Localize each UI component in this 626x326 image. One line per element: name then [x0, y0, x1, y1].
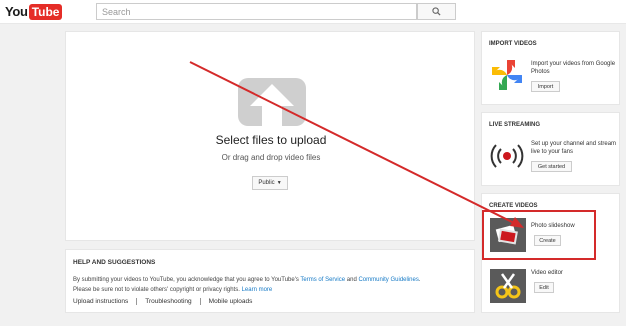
annotation-highlight-box — [482, 210, 596, 260]
help-links: Upload instructions Troubleshooting Mobi… — [73, 298, 467, 305]
help-panel: HELP AND SUGGESTIONS By submitting your … — [65, 249, 475, 313]
help-text-line2: Please be sure not to violate others' co… — [73, 287, 242, 293]
logo-tube-text: Tube — [28, 3, 63, 20]
logo-you-text: You — [5, 4, 28, 19]
google-photos-icon — [492, 60, 522, 90]
privacy-dropdown[interactable]: Public ▼ — [252, 176, 288, 190]
get-started-button[interactable]: Get started — [531, 161, 572, 172]
upload-title[interactable]: Select files to upload — [66, 133, 476, 147]
youtube-logo[interactable]: You Tube — [5, 3, 63, 20]
chevron-down-icon: ▼ — [276, 180, 282, 186]
mobile-uploads-link[interactable]: Mobile uploads — [199, 298, 261, 305]
terms-of-service-link[interactable]: Terms of Service — [300, 277, 345, 283]
live-streaming-card: LIVE STREAMING Set up your channel and s… — [481, 112, 620, 186]
community-guidelines-link[interactable]: Community Guidelines — [358, 277, 418, 283]
video-editor-icon[interactable] — [490, 269, 526, 303]
troubleshooting-link[interactable]: Troubleshooting — [136, 298, 199, 305]
import-button[interactable]: Import — [531, 81, 560, 92]
import-videos-title: IMPORT VIDEOS — [489, 41, 537, 47]
top-bar: You Tube Search — [0, 0, 626, 24]
search-button[interactable] — [417, 3, 456, 20]
upload-arrow-icon[interactable] — [238, 78, 306, 126]
edit-button[interactable]: Edit — [534, 282, 554, 293]
live-streaming-text: Set up your channel and stream live to y… — [531, 141, 617, 155]
search-icon — [432, 7, 441, 16]
help-text-end: . — [418, 277, 421, 283]
upload-subtitle: Or drag and drop video files — [221, 153, 321, 162]
live-streaming-title: LIVE STREAMING — [489, 122, 541, 128]
upload-panel[interactable]: Select files to upload Or drag and drop … — [65, 31, 475, 241]
help-text: By submitting your videos to YouTube, yo… — [73, 275, 467, 295]
live-broadcast-icon — [490, 144, 524, 168]
search-input[interactable]: Search — [96, 3, 417, 20]
import-videos-text: Import your videos from Google Photos — [531, 61, 616, 75]
video-editor-label: Video editor — [531, 270, 563, 276]
upload-instructions-link[interactable]: Upload instructions — [73, 298, 136, 305]
import-videos-card: IMPORT VIDEOS Import your videos from Go… — [481, 31, 620, 105]
help-title: HELP AND SUGGESTIONS — [73, 259, 156, 266]
learn-more-link[interactable]: Learn more — [242, 287, 273, 293]
help-text-part1: By submitting your videos to YouTube, yo… — [73, 277, 301, 283]
privacy-label: Public — [258, 180, 275, 186]
help-text-and: and — [345, 277, 359, 283]
create-videos-title: CREATE VIDEOS — [489, 203, 538, 209]
